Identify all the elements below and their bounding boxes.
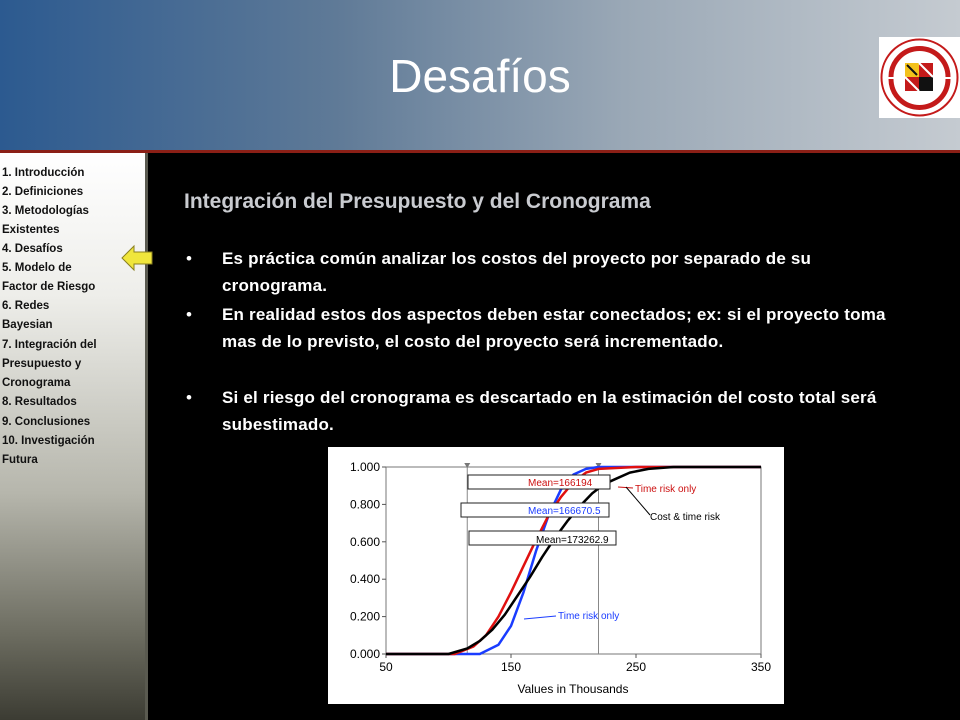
university-of-maryland-logo [879, 37, 960, 118]
mean-label: Mean=166670.5 [528, 506, 601, 517]
sidebar-item-redes-cont[interactable]: Bayesian [2, 316, 53, 335]
sidebar-item-redes[interactable]: 6. Redes [2, 297, 49, 316]
y-tick-label: 1.000 [350, 460, 380, 474]
y-tick-label: 0.200 [350, 610, 380, 624]
sidebar-item-metodologias[interactable]: 3. Metodologías [2, 202, 89, 221]
sidebar-item-investigacion[interactable]: 10. Investigación [2, 432, 95, 451]
plot-area [385, 466, 762, 655]
current-section-arrow-icon [121, 244, 153, 272]
mean-label: Mean=173262.9 [536, 535, 609, 546]
y-tick-label: 0.800 [350, 497, 380, 511]
sidebar-item-integracion-cont1[interactable]: Presupuesto y [2, 355, 81, 374]
mean-label: Mean=166194 [528, 478, 593, 489]
sidebar-item-modelo-cont[interactable]: Factor de Riesgo [2, 278, 95, 297]
x-tick-label: 250 [626, 660, 646, 674]
content-heading: Integración del Presupuesto y del Cronog… [184, 190, 651, 213]
annotation-time-risk-red: Time risk only [635, 484, 696, 495]
sidebar-item-resultados[interactable]: 8. Resultados [2, 393, 77, 412]
sidebar-item-integracion[interactable]: 7. Integración del [2, 336, 97, 355]
sidebar-item-modelo[interactable]: 5. Modelo de [2, 259, 72, 278]
x-tick-label: 350 [751, 660, 771, 674]
sidebar-item-metodologias-cont[interactable]: Existentes [2, 221, 60, 240]
bullet-item: Es práctica común analizar los costos de… [222, 249, 812, 295]
y-tick-label: 0.400 [350, 572, 380, 586]
slide-title: Desafíos [389, 50, 571, 102]
annotation-cost-time-risk: Cost & time risk [650, 512, 721, 523]
cdf-chart: 0.000 0.200 0.400 0.600 0.800 1.000 50 150 250 3… [328, 447, 784, 704]
y-tick-label: 0.600 [350, 535, 380, 549]
bullet-item: Si el riesgo del cronograma es descartad… [222, 388, 877, 434]
sidebar-item-integracion-cont2[interactable]: Cronograma [2, 374, 70, 393]
sidebar-item-desafios[interactable]: 4. Desafíos [2, 240, 63, 259]
bullet-item: En realidad estos dos aspectos deben est… [222, 305, 886, 351]
bullet-marker: • [186, 249, 192, 268]
sidebar-item-introduccion[interactable]: 1. Introducción [2, 164, 84, 183]
sidebar-item-definiciones[interactable]: 2. Definiciones [2, 183, 83, 202]
x-tick-label: 50 [379, 660, 393, 674]
bullet-marker: • [186, 305, 192, 324]
x-axis-title: Values in Thousands [518, 682, 629, 696]
university-seal-icon [880, 38, 959, 117]
x-tick-label: 150 [501, 660, 521, 674]
sidebar-divider [145, 153, 148, 720]
cdf-chart-svg: 0.000 0.200 0.400 0.600 0.800 1.000 50 150 250 3… [350, 460, 771, 696]
bullet-marker: • [186, 388, 192, 407]
y-tick-label: 0.000 [350, 647, 380, 661]
sidebar-item-investigacion-cont[interactable]: Futura [2, 451, 38, 470]
annotation-time-risk-blue: Time risk only [558, 611, 619, 622]
sidebar-item-conclusiones[interactable]: 9. Conclusiones [2, 413, 90, 432]
